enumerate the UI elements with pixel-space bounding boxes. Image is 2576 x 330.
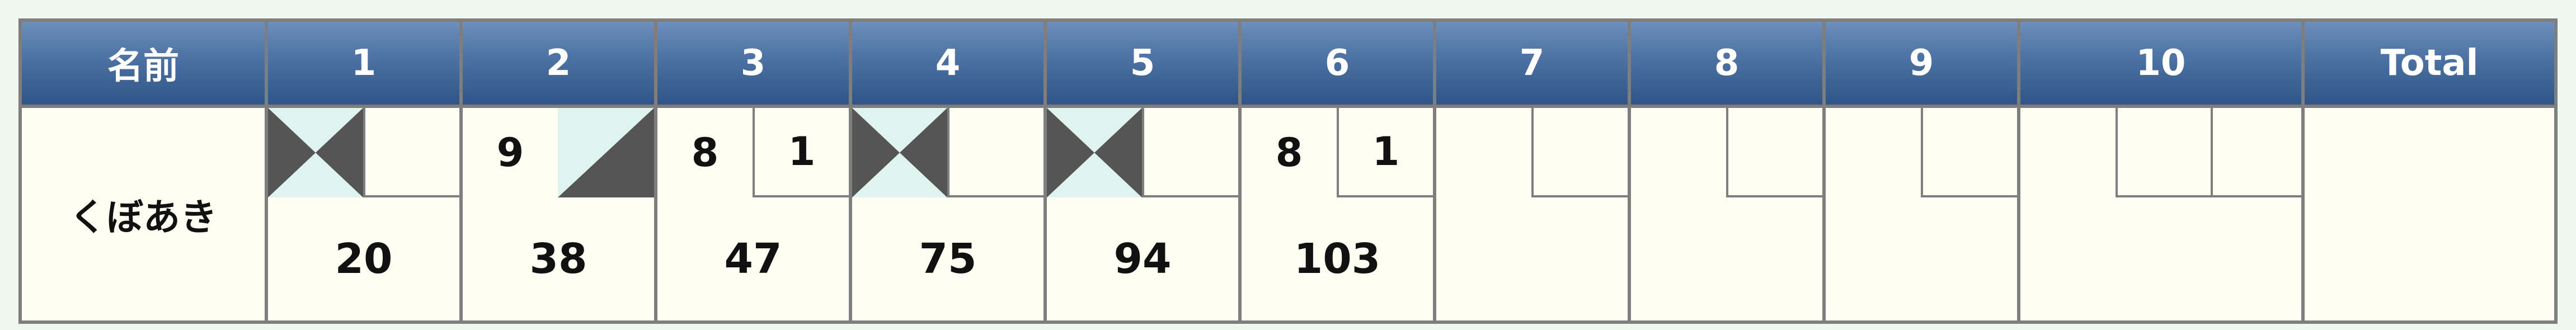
ball-2 [1921, 108, 2017, 197]
frame-3: 8 1 47 [654, 105, 852, 324]
ball-2 [363, 108, 459, 197]
frame-8 [1628, 105, 1826, 324]
ball-row: 9 [463, 108, 654, 197]
frame-10 [2017, 105, 2305, 324]
cumulative-score [1631, 197, 1822, 320]
cumulative-score: 38 [529, 235, 587, 283]
header-frame-6: 6 [1238, 18, 1436, 108]
strike-mark-icon [268, 108, 363, 197]
header-frame-10: 10 [2017, 18, 2305, 108]
cumulative-score: 94 [1113, 235, 1172, 283]
total-score [2301, 105, 2558, 324]
ball-1 [1631, 108, 1726, 197]
ball-2 [947, 108, 1043, 197]
ball-row [852, 108, 1043, 197]
header-total: Total [2301, 18, 2558, 108]
frame-4: 75 [849, 105, 1047, 324]
ball-1 [852, 108, 947, 197]
cumulative-score [1436, 197, 1628, 320]
ball-2: 1 [1337, 108, 1433, 197]
ball-row [1826, 108, 2017, 197]
ball-row [268, 108, 459, 197]
ball-2 [1142, 108, 1238, 197]
cumulative-score [1826, 197, 2017, 320]
spare-mark-icon [558, 108, 654, 197]
ball-2: 1 [753, 108, 849, 197]
ball-row: 81 [1242, 108, 1433, 197]
frame-7 [1433, 105, 1631, 324]
ball-1 [268, 108, 363, 197]
header-frame-5: 5 [1043, 18, 1242, 108]
ball-row [2020, 108, 2301, 197]
frame-6: 8 1 103 [1238, 105, 1436, 324]
ball-2 [1531, 108, 1628, 197]
ball-row: 81 [657, 108, 849, 197]
header-row: 名前 1 2 3 4 5 6 7 8 9 10 Total [18, 18, 2558, 108]
frame-9 [1822, 105, 2020, 324]
ball-row [1436, 108, 1628, 197]
frame-2: 9 38 [459, 105, 657, 324]
strike-mark-icon [852, 108, 947, 197]
cumulative-score: 47 [724, 235, 782, 283]
strike-mark-icon [1047, 108, 1142, 197]
ball-2 [2116, 108, 2211, 197]
frame-5: 94 [1043, 105, 1242, 324]
cumulative-score: 75 [919, 235, 977, 283]
header-frame-1: 1 [265, 18, 463, 108]
ball-1 [2020, 108, 2116, 197]
header-frame-8: 8 [1628, 18, 1826, 108]
ball-1 [1436, 108, 1531, 197]
ball-row [1047, 108, 1238, 197]
frame-1: 20 [265, 105, 463, 324]
ball-2 [558, 108, 654, 197]
player-name: くぼあき [18, 105, 268, 324]
ball-1: 9 [496, 130, 524, 176]
ball-1 [1047, 108, 1142, 197]
header-name: 名前 [18, 18, 268, 108]
cumulative-score [2020, 197, 2301, 320]
header-frame-3: 3 [654, 18, 852, 108]
header-frame-4: 4 [849, 18, 1047, 108]
ball-1: 8 [1275, 130, 1303, 176]
cumulative-score: 20 [335, 235, 393, 283]
ball-1: 8 [691, 130, 719, 176]
ball-1 [1826, 108, 1921, 197]
ball-row [1631, 108, 1822, 197]
header-frame-2: 2 [459, 18, 657, 108]
header-frame-9: 9 [1822, 18, 2020, 108]
player-row: くぼあき 20 9 38 8 1 47 75 94 8 1 103 [18, 105, 2558, 324]
cumulative-score: 103 [1294, 235, 1381, 283]
ball-3 [2211, 108, 2301, 197]
ball-2 [1726, 108, 1822, 197]
header-frame-7: 7 [1433, 18, 1631, 108]
score-table: 名前 1 2 3 4 5 6 7 8 9 10 Total くぼあき 20 9 38… [18, 18, 2558, 324]
